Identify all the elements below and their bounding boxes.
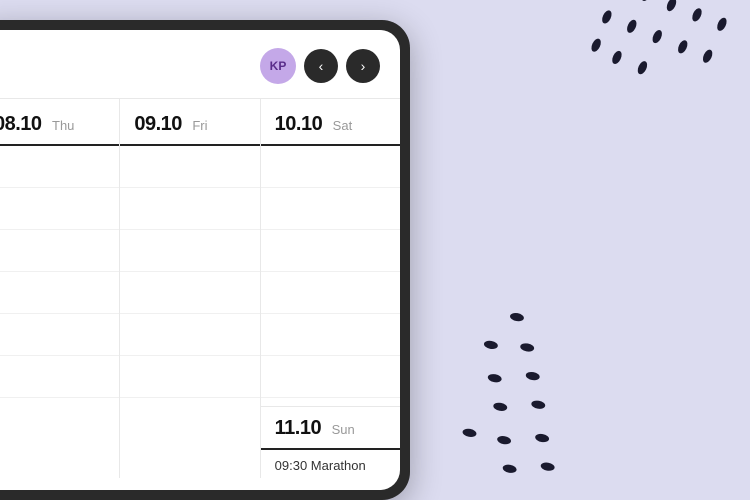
day-name-2: Sat: [333, 118, 353, 133]
time-slot: [120, 272, 259, 314]
time-slot: [0, 146, 119, 188]
time-slot: [120, 188, 259, 230]
time-slot: [120, 146, 259, 188]
trail-top-decoration: [430, 0, 750, 160]
chevron-left-icon: ‹: [319, 58, 324, 74]
next-button[interactable]: ›: [346, 49, 380, 83]
day-name-0: Thu: [52, 118, 74, 133]
prev-button[interactable]: ‹: [304, 49, 338, 83]
time-slot: [0, 230, 119, 272]
day-date-0: 08.10: [0, 113, 42, 135]
day-column-1: 09.10 Fri: [120, 99, 260, 478]
time-slot: [261, 272, 400, 314]
time-slot: [261, 314, 400, 356]
day-column-2: 10.10 Sat 11.10 Sun: [261, 99, 400, 478]
time-slot: [0, 272, 119, 314]
time-slot: [0, 188, 119, 230]
time-slot: [261, 230, 400, 272]
day-date-2: 10.10: [275, 113, 323, 135]
day-name-3: Sun: [332, 422, 355, 437]
time-slot: [120, 356, 259, 398]
time-slot: [120, 230, 259, 272]
time-slot: [261, 146, 400, 188]
day-header-1: 09.10 Fri: [120, 99, 259, 146]
day-name-1: Fri: [192, 118, 207, 133]
chevron-right-icon: ›: [361, 58, 366, 74]
user-avatar[interactable]: KP: [260, 48, 296, 84]
day-header-0: 08.10 Thu: [0, 99, 119, 146]
time-slot: [261, 188, 400, 230]
trail-bottom-decoration: [430, 300, 650, 500]
tablet-screen: KP ‹ › 08.10 Thu: [0, 30, 400, 490]
time-slot: [261, 356, 400, 398]
day-header-2: 10.10 Sat: [261, 99, 400, 146]
day-body-2: 11.10 Sun 09:30 Marathon: [261, 146, 400, 481]
time-slot: [120, 314, 259, 356]
day-body-0: [0, 146, 119, 478]
event-time-label: 09:30 Marathon: [275, 458, 366, 473]
day-header-3: 11.10 Sun: [261, 417, 400, 450]
marathon-event[interactable]: 09:30 Marathon: [261, 450, 400, 481]
calendar-header: KP ‹ ›: [0, 30, 400, 98]
day-date-3: 11.10: [275, 417, 321, 439]
day-column-0: 08.10 Thu: [0, 99, 120, 478]
day-body-1: [120, 146, 259, 478]
time-slot: [0, 356, 119, 398]
calendar-grid: 08.10 Thu 09.10 Fri: [0, 98, 400, 478]
tablet-device: KP ‹ › 08.10 Thu: [0, 20, 410, 500]
day-date-1: 09.10: [134, 113, 182, 135]
time-slot: [0, 314, 119, 356]
